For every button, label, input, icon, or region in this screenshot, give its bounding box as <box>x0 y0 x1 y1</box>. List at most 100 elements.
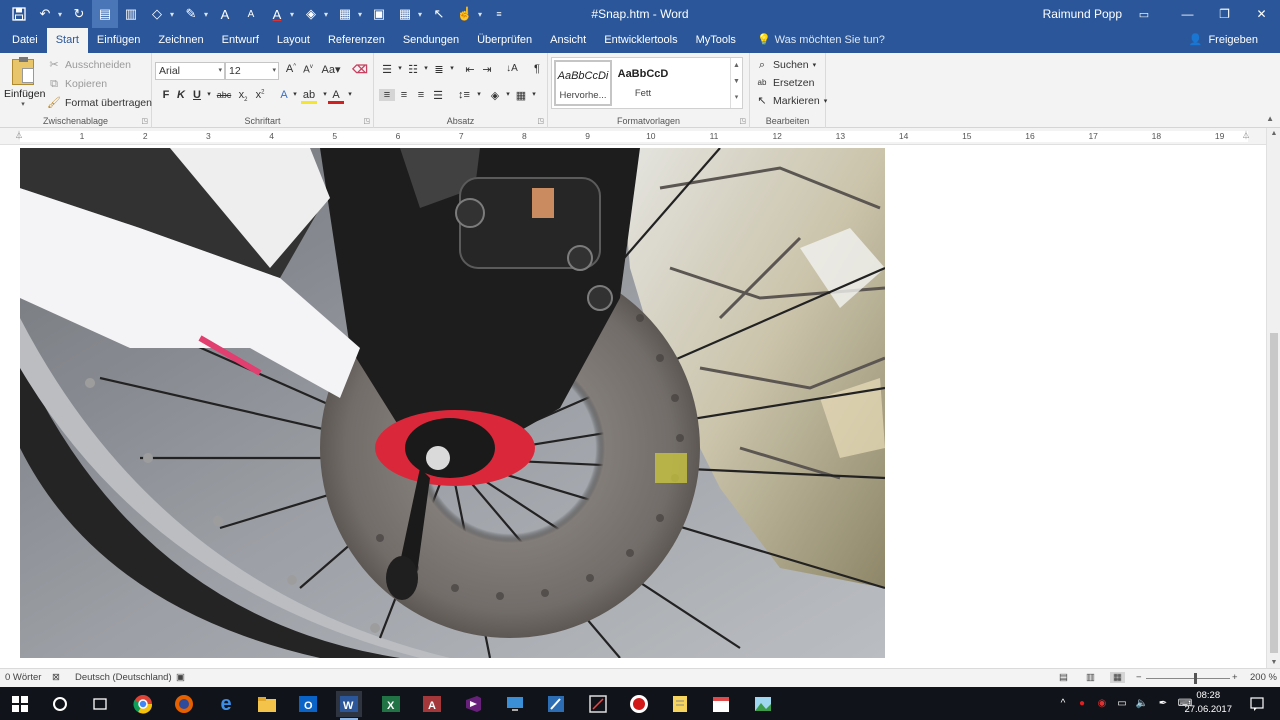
show-hidden-icons-icon[interactable]: ^ <box>1054 698 1072 709</box>
tab-zeichnen[interactable]: Zeichnen <box>149 28 212 53</box>
volume-icon[interactable]: 🔈 <box>1132 698 1152 709</box>
justify-icon[interactable]: ☰ <box>430 89 446 102</box>
styles-launcher-icon[interactable]: ◳ <box>739 117 746 125</box>
scroll-down-icon[interactable]: ▼ <box>1267 659 1280 666</box>
font-color-dropdown-icon[interactable]: ▾ <box>342 90 358 98</box>
zoom-slider-thumb[interactable] <box>1194 673 1197 684</box>
font-size-combo[interactable]: 12 ▾ <box>225 62 279 80</box>
photos-icon[interactable] <box>750 691 776 717</box>
font-name-combo[interactable]: Arial ▾ <box>155 62 225 80</box>
antivirus-tray-icon[interactable]: ◉ <box>1092 698 1112 709</box>
table-icon[interactable]: ▦ <box>392 0 418 28</box>
zoom-slider[interactable] <box>1146 673 1230 684</box>
tab-datei[interactable]: Datei <box>0 28 47 53</box>
shrink-font-icon[interactable]: A <box>238 0 264 28</box>
replace-button[interactable]: ab Ersetzen <box>755 76 815 90</box>
highlight-icon[interactable]: ◈ <box>298 0 324 28</box>
highlight-color-icon[interactable]: ab <box>301 89 317 104</box>
remote-desktop-icon[interactable] <box>502 691 528 717</box>
pen-tool-icon[interactable] <box>543 691 569 717</box>
chrome-icon[interactable] <box>130 691 156 717</box>
snipping-tool-icon[interactable] <box>585 691 611 717</box>
right-indent-marker[interactable]: ⏃ <box>1242 130 1252 141</box>
pilcrow-icon[interactable]: ¶ <box>529 63 545 75</box>
font-color-icon[interactable]: A <box>264 0 290 28</box>
strikethrough-icon[interactable]: abc <box>215 90 233 100</box>
undo-icon[interactable]: ↶ <box>32 0 58 28</box>
user-name[interactable]: Raimund Popp <box>1043 0 1122 28</box>
font-launcher-icon[interactable]: ◳ <box>363 117 370 125</box>
italic-button[interactable]: K <box>173 89 189 101</box>
notes-icon[interactable] <box>667 691 693 717</box>
save-icon[interactable] <box>6 0 32 28</box>
excel-icon[interactable]: X <box>378 691 404 717</box>
word-count[interactable]: 0 Wörter <box>5 672 41 683</box>
increase-indent-icon[interactable]: ⇥ <box>479 63 495 76</box>
taskbar-clock[interactable]: 08:28 27.06.2017 <box>1184 689 1232 717</box>
tab-entwurf[interactable]: Entwurf <box>213 28 268 53</box>
tell-me-box[interactable]: 💡 Was möchten Sie tun? <box>745 28 885 53</box>
outlook-icon[interactable]: O <box>295 691 321 717</box>
language-status[interactable]: Deutsch (Deutschland) <box>75 672 172 683</box>
grow-font-icon[interactable]: A^ <box>283 63 299 75</box>
zoom-in-icon[interactable]: + <box>1232 672 1238 683</box>
minimize-icon[interactable]: — <box>1169 0 1206 28</box>
borders-icon[interactable]: ▦ <box>332 0 358 28</box>
proofing-icon[interactable]: ⊠ <box>52 672 60 683</box>
read-mode-icon[interactable]: ▤ <box>1059 672 1068 683</box>
web-layout-icon[interactable]: ▦ <box>1110 672 1125 683</box>
snap-view-icon[interactable]: ▤ <box>92 0 118 28</box>
action-center-icon[interactable] <box>1244 691 1270 717</box>
access-icon[interactable]: A <box>419 691 445 717</box>
tab-start[interactable]: Start <box>46 28 88 53</box>
decrease-indent-icon[interactable]: ⇤ <box>462 63 478 76</box>
borders-dropdown-icon[interactable]: ▾ <box>526 90 542 98</box>
ribbon-display-options-icon[interactable]: ▭ <box>1130 0 1158 28</box>
cortana-icon[interactable] <box>47 691 73 717</box>
styles-scroll-icon[interactable]: ▲ ▼ ▾ <box>730 58 742 108</box>
record-tray-icon[interactable]: ● <box>1072 698 1092 709</box>
change-case-icon[interactable]: Aa▾ <box>320 63 342 76</box>
insert-file-icon[interactable]: ▣ <box>366 0 392 28</box>
align-right-icon[interactable]: ≡ <box>413 89 429 101</box>
undo-dropdown-icon[interactable]: ▾ <box>58 10 66 19</box>
document-area[interactable] <box>0 145 1266 668</box>
page-icon[interactable]: ▥ <box>118 0 144 28</box>
tab-referenzen[interactable]: Referenzen <box>319 28 394 53</box>
word-icon[interactable]: W <box>336 691 362 720</box>
macro-record-icon[interactable]: ▣ <box>176 672 185 683</box>
paste-dropdown-icon[interactable]: ▾ <box>4 100 42 108</box>
tab-layout[interactable]: Layout <box>268 28 319 53</box>
clipboard-launcher-icon[interactable]: ◳ <box>141 117 148 125</box>
vertical-scrollbar[interactable]: ▲ ▼ <box>1266 128 1280 668</box>
paste-button[interactable]: Einfügen ▾ <box>4 57 45 113</box>
firefox-icon[interactable] <box>171 691 197 717</box>
pen-ink-icon[interactable]: ✒ <box>1152 698 1174 709</box>
select-pointer-icon[interactable]: ↖ <box>426 0 452 28</box>
style-hervorhebung[interactable]: AaBbCcDi Hervorhe... <box>554 60 612 106</box>
visual-studio-icon[interactable] <box>460 691 486 717</box>
align-left-icon[interactable]: ≡ <box>379 89 395 101</box>
windows-start-icon[interactable] <box>7 691 33 717</box>
font-color-dropdown-icon[interactable]: ▾ <box>290 10 298 19</box>
tab-ansicht[interactable]: Ansicht <box>541 28 595 53</box>
align-center-icon[interactable]: ≡ <box>396 89 412 101</box>
cut-button[interactable]: ✂ Ausschneiden <box>47 58 131 72</box>
table-dropdown-icon[interactable]: ▾ <box>418 10 426 19</box>
bicycle-disc-brake-photo[interactable] <box>20 148 885 658</box>
format-painter-button[interactable]: 🖌 Format übertragen <box>47 96 152 110</box>
bold-button[interactable]: F <box>158 89 174 101</box>
grow-font-icon[interactable]: A <box>212 0 238 28</box>
shrink-font-icon[interactable]: Av <box>300 64 316 75</box>
screen-recorder-icon[interactable] <box>626 691 652 717</box>
collapse-ribbon-icon[interactable]: ▲ <box>1266 114 1274 123</box>
customize-qat-icon[interactable]: ≡ <box>486 0 512 28</box>
tab-sendungen[interactable]: Sendungen <box>394 28 468 53</box>
print-layout-icon[interactable]: ▥ <box>1086 672 1095 683</box>
highlight-dropdown-icon[interactable]: ▾ <box>324 10 332 19</box>
close-icon[interactable]: ✕ <box>1243 0 1280 28</box>
shapes-dropdown-icon[interactable]: ▾ <box>170 10 178 19</box>
copy-button[interactable]: ⧉ Kopieren <box>47 77 107 91</box>
zoom-out-icon[interactable]: − <box>1136 672 1142 683</box>
maximize-icon[interactable]: ❐ <box>1206 0 1243 28</box>
